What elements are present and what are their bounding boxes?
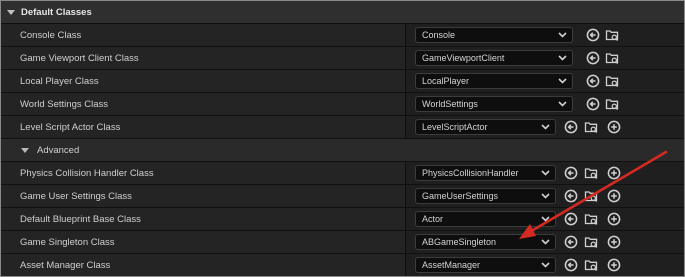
- use-selected-arrow-icon[interactable]: [586, 97, 600, 111]
- class-picker-dropdown[interactable]: WorldSettings: [415, 96, 573, 112]
- property-row-game-singleton-class: Game Singleton Class ABGameSingleton: [1, 231, 684, 254]
- collapse-triangle-icon[interactable]: [7, 9, 15, 15]
- add-new-class-icon[interactable]: [607, 212, 621, 226]
- browse-folder-icon[interactable]: [605, 51, 619, 65]
- chevron-down-icon: [539, 120, 551, 134]
- property-row-console-class: Console Class Console: [1, 24, 684, 47]
- browse-folder-icon[interactable]: [584, 166, 598, 180]
- dropdown-value: GameViewportClient: [422, 53, 505, 63]
- class-picker-dropdown[interactable]: Actor: [415, 211, 556, 227]
- property-label: Game Singleton Class: [20, 236, 115, 248]
- browse-folder-icon[interactable]: [584, 120, 598, 134]
- use-selected-arrow-icon[interactable]: [586, 28, 600, 42]
- dropdown-value: PhysicsCollisionHandler: [422, 168, 519, 178]
- use-selected-arrow-icon[interactable]: [564, 258, 578, 272]
- property-row-default-blueprint-base-class: Default Blueprint Base Class Actor: [1, 208, 684, 231]
- class-picker-dropdown[interactable]: Console: [415, 27, 573, 43]
- property-label: World Settings Class: [20, 98, 108, 110]
- chevron-down-icon: [539, 235, 551, 249]
- browse-folder-icon[interactable]: [605, 28, 619, 42]
- class-picker-dropdown[interactable]: GameViewportClient: [415, 50, 573, 66]
- use-selected-arrow-icon[interactable]: [564, 166, 578, 180]
- use-selected-arrow-icon[interactable]: [586, 74, 600, 88]
- add-new-class-icon[interactable]: [607, 189, 621, 203]
- dropdown-value: Console: [422, 30, 456, 40]
- add-new-class-icon[interactable]: [607, 120, 621, 134]
- property-label: Console Class: [20, 29, 82, 41]
- chevron-down-icon: [539, 166, 551, 180]
- dropdown-value: GameUserSettings: [422, 191, 499, 201]
- property-label: Physics Collision Handler Class: [20, 167, 154, 179]
- use-selected-arrow-icon[interactable]: [564, 212, 578, 226]
- class-picker-dropdown[interactable]: ABGameSingleton: [415, 234, 556, 250]
- class-picker-dropdown[interactable]: PhysicsCollisionHandler: [415, 165, 556, 181]
- class-picker-dropdown[interactable]: LevelScriptActor: [415, 119, 556, 135]
- dropdown-value: LevelScriptActor: [422, 122, 488, 132]
- property-label: Default Blueprint Base Class: [20, 213, 141, 225]
- property-row-game-viewport-client-class: Game Viewport Client Class GameViewportC…: [1, 47, 684, 70]
- browse-folder-icon[interactable]: [605, 97, 619, 111]
- add-new-class-icon[interactable]: [607, 235, 621, 249]
- browse-folder-icon[interactable]: [584, 258, 598, 272]
- details-panel: Default Classes Console Class Console Ga…: [0, 0, 685, 277]
- class-picker-dropdown[interactable]: LocalPlayer: [415, 73, 573, 89]
- add-new-class-icon[interactable]: [607, 166, 621, 180]
- property-label: Game Viewport Client Class: [20, 52, 139, 64]
- property-row-world-settings-class: World Settings Class WorldSettings: [1, 93, 684, 116]
- property-row-local-player-class: Local Player Class LocalPlayer: [1, 70, 684, 93]
- dropdown-value: ABGameSingleton: [422, 237, 497, 247]
- browse-folder-icon[interactable]: [584, 212, 598, 226]
- dropdown-value: LocalPlayer: [422, 76, 470, 86]
- chevron-down-icon: [556, 74, 568, 88]
- use-selected-arrow-icon[interactable]: [586, 51, 600, 65]
- chevron-down-icon: [556, 51, 568, 65]
- use-selected-arrow-icon[interactable]: [564, 235, 578, 249]
- browse-folder-icon[interactable]: [584, 235, 598, 249]
- dropdown-value: Actor: [422, 214, 444, 224]
- class-picker-dropdown[interactable]: AssetManager: [415, 257, 556, 273]
- add-new-class-icon[interactable]: [607, 258, 621, 272]
- property-label: Local Player Class: [20, 75, 99, 87]
- use-selected-arrow-icon[interactable]: [564, 120, 578, 134]
- default-classes-header[interactable]: Default Classes: [1, 1, 684, 24]
- advanced-header[interactable]: Advanced: [1, 139, 684, 162]
- section-title: Default Classes: [21, 6, 92, 18]
- property-row-physics-collision-handler-class: Physics Collision Handler Class PhysicsC…: [1, 162, 684, 185]
- property-label: Game User Settings Class: [20, 190, 132, 202]
- property-label: Level Script Actor Class: [20, 121, 121, 133]
- use-selected-arrow-icon[interactable]: [564, 189, 578, 203]
- browse-folder-icon[interactable]: [584, 189, 598, 203]
- property-row-level-script-actor-class: Level Script Actor Class LevelScriptActo…: [1, 116, 684, 139]
- chevron-down-icon: [556, 97, 568, 111]
- property-label: Asset Manager Class: [20, 259, 111, 271]
- property-row-game-user-settings-class: Game User Settings Class GameUserSetting…: [1, 185, 684, 208]
- browse-folder-icon[interactable]: [605, 74, 619, 88]
- property-row-asset-manager-class: Asset Manager Class AssetManager: [1, 254, 684, 276]
- chevron-down-icon: [539, 189, 551, 203]
- dropdown-value: AssetManager: [422, 260, 481, 270]
- dropdown-value: WorldSettings: [422, 99, 478, 109]
- chevron-down-icon: [539, 212, 551, 226]
- class-picker-dropdown[interactable]: GameUserSettings: [415, 188, 556, 204]
- collapse-triangle-icon[interactable]: [21, 147, 29, 153]
- chevron-down-icon: [556, 28, 568, 42]
- advanced-title: Advanced: [37, 144, 80, 156]
- chevron-down-icon: [539, 258, 551, 272]
